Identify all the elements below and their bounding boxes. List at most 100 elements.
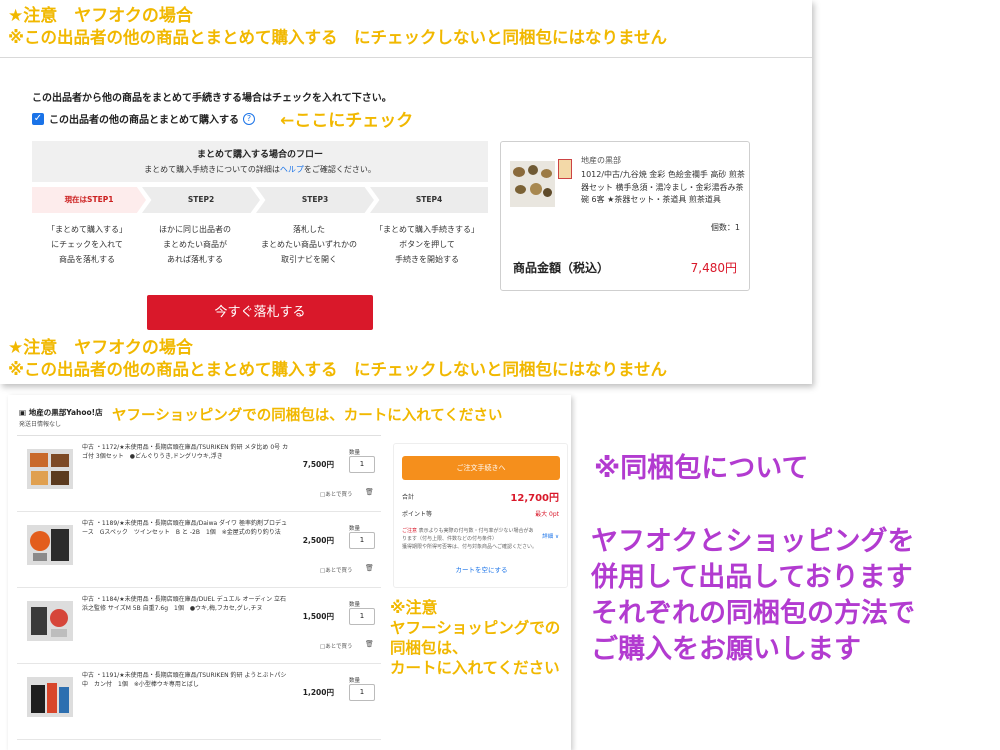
bundle-announcement-body: ヤフオクとショッピングを 併用して出品しております それぞれの同梱包の方法で ご…	[591, 524, 915, 668]
save-for-later-link[interactable]: □あとで買う	[320, 490, 353, 498]
details-link[interactable]: 詳細 ∨	[542, 532, 559, 540]
step-bar: 現在はSTEP1 STEP2 STEP3 STEP4	[32, 187, 488, 213]
cart-item-image[interactable]	[27, 677, 73, 717]
quantity-input[interactable]: 1	[349, 532, 375, 549]
quantity-input[interactable]: 1	[349, 456, 375, 473]
announcement-line: ヤフオクとショッピングを	[591, 526, 915, 557]
cart-item-title[interactable]: 中古 ・1172/★未使用品・長期店頭在庫品/TSURIKEN 釣研 メタ比め …	[82, 443, 292, 461]
store-name[interactable]: ▣ 地産の黒部Yahoo!店	[19, 407, 103, 418]
cart-item-title[interactable]: 中古 ・1189/★未使用品・長期店頭在庫品/Daiwa ダイワ 極率釣剤プロデ…	[82, 519, 292, 537]
step-desc-line: 「まとめて購入手続きする」	[375, 225, 479, 234]
announcement-line: ご購入をお願いします	[591, 634, 861, 665]
step-desc-line: ボタンを押して	[399, 240, 455, 249]
step-1: 現在はSTEP1	[32, 187, 146, 213]
bundle-announcement-title: ※同梱包について	[594, 453, 809, 484]
yahoo-auction-notice-top: ★注意 ヤフオクの場合 ※この出品者の他の商品とまとめて購入する にチェックしな…	[8, 6, 667, 48]
flow-title: まとめて購入する場合のフロー	[196, 150, 323, 160]
qty-label: 数量	[349, 602, 361, 608]
cart-item-price: 1,500円	[302, 612, 334, 621]
cart-item-image[interactable]	[27, 449, 73, 489]
help-circle-icon[interactable]: ?	[243, 112, 255, 125]
composite-screenshot: ★注意 ヤフオクの場合 ※この出品者の他の商品とまとめて購入する にチェックしな…	[0, 0, 1000, 750]
save-later-label[interactable]: あとで買う	[325, 568, 352, 574]
step-desc-line: 取引ナビを開く	[281, 255, 337, 264]
cart-item-price: 7,500円	[302, 460, 334, 469]
flow-sub-suffix: をご確認ください。	[303, 165, 376, 174]
step-desc-line: 「まとめて購入する」	[47, 225, 127, 234]
ship-note-line: ※注意	[390, 598, 438, 617]
trash-icon[interactable]: 🗑	[365, 564, 374, 573]
trash-icon[interactable]: 🗑	[365, 488, 374, 497]
divider	[0, 57, 812, 58]
announcement-line: それぞれの同梱包の方法で	[591, 598, 915, 629]
qty-label: 数量	[349, 678, 361, 684]
points-note: ご注意 表示よりも実際の付与数・付与率が少ない場合があります（付与上限、件数など…	[402, 527, 537, 551]
cart-item: 中古 ・1189/★未使用品・長期店頭在庫品/Daiwa ダイワ 極率釣剤プロデ…	[17, 513, 381, 588]
bundle-checkbox-row[interactable]: ✓ この出品者の他の商品とまとめて購入する ?	[32, 111, 255, 126]
save-later-label[interactable]: あとで買う	[325, 644, 352, 650]
trash-icon[interactable]: 🗑	[365, 640, 374, 649]
note-warning: ご注意	[402, 528, 418, 534]
store-icon: ▣	[19, 408, 29, 417]
note-text: 表示よりも実際の付与数・付与率が少ない場合があります（付与上限、件数などの付与条…	[402, 528, 534, 542]
save-later-label[interactable]: あとで買う	[325, 492, 352, 498]
save-for-later-link[interactable]: □あとで買う	[320, 642, 353, 650]
bundle-instruction: この出品者から他の商品をまとめて手続きする場合はチェックを入れて下さい。	[32, 93, 392, 104]
cart-total-value: 12,700円	[510, 493, 559, 504]
product-summary-card: 地産の黒部 1012/中古/九谷焼 金彩 色絵金襴手 高砂 煎茶器セット 横手急…	[500, 141, 750, 291]
qty-label: 数量	[349, 450, 361, 456]
bundle-checkbox-label[interactable]: この出品者の他の商品とまとめて購入する	[49, 111, 239, 126]
step-2-description: ほかに同じ出品者の まとめたい商品が あれば落札する	[140, 222, 250, 267]
step-desc-line: まとめたい商品が	[163, 240, 227, 249]
bid-now-button[interactable]: 今すぐ落札する	[147, 295, 373, 330]
total-label: 商品金額（税込）	[513, 261, 610, 275]
help-link[interactable]: ヘルプ	[280, 165, 304, 174]
auction-panel: ★注意 ヤフオクの場合 ※この出品者の他の商品とまとめて購入する にチェックしな…	[0, 0, 812, 384]
points-value: 最大 0pt	[535, 511, 559, 518]
total-value: 7,480円	[690, 261, 737, 275]
shipping-date-info: 発送日情報なし	[19, 421, 62, 428]
step-desc-line: まとめたい商品いずれかの	[261, 240, 357, 249]
cart-item-price: 2,500円	[302, 536, 334, 545]
product-thumbnail[interactable]	[510, 161, 555, 207]
quantity-input[interactable]: 1	[349, 684, 375, 701]
note-text-2: 獲得期限や所得可否等は、付与対象商品へご確認ください。	[402, 544, 538, 550]
flow-subtitle: まとめて購入手続きについての詳細はヘルプをご確認ください。	[32, 164, 488, 175]
shopping-cart-panel: ▣ 地産の黒部Yahoo!店 発送日情報なし ヤフーショッピングでの同梱包は、カ…	[8, 395, 571, 750]
empty-cart-link[interactable]: カートを空にする	[394, 564, 569, 574]
yahoo-auction-notice-bottom: ★注意 ヤフオクの場合 ※この出品者の他の商品とまとめて購入する にチェックしな…	[8, 338, 667, 380]
announcement-line: 併用して出品しております	[591, 562, 913, 593]
step-desc-line: あれば落札する	[167, 255, 223, 264]
step-4: STEP4	[370, 187, 488, 213]
notice-line-1: ★注意 ヤフオクの場合	[8, 6, 193, 26]
checkbox-checked-icon[interactable]: ✓	[32, 112, 44, 125]
cart-item-title[interactable]: 中古 ・1184/★未使用品・長期店頭在庫品/DUEL デュエル オーディン 立…	[82, 595, 292, 613]
bundle-flow-box: まとめて購入する場合のフロー まとめて購入手続きについての詳細はヘルプをご確認く…	[32, 141, 488, 182]
points-label: ポイント等	[402, 511, 433, 518]
cart-total-label: 合計	[402, 494, 415, 501]
cart-item: 中古 ・1191/★未使用品・長期店頭在庫品/TSURIKEN 釣研 ようとぶト…	[17, 665, 381, 740]
check-here-annotation: ←ここにチェック	[280, 111, 414, 131]
qty-label: 数量	[349, 526, 361, 532]
step-2: STEP2	[142, 187, 260, 213]
step-1-description: 「まとめて購入する」 にチェックを入れて 商品を落札する	[32, 222, 142, 267]
cart-item-image[interactable]	[27, 525, 73, 565]
shopping-bundle-note: ※注意 ヤフーショッピングでの 同梱包は、 カートに入れてください	[390, 598, 560, 678]
step-desc-line: にチェックを入れて	[51, 240, 123, 249]
product-title[interactable]: 1012/中古/九谷焼 金彩 色絵金襴手 高砂 煎茶器セット 横手急須・湯冷まし…	[581, 169, 746, 207]
step-desc-line: 手続きを開始する	[395, 255, 459, 264]
store-name-text[interactable]: 地産の黒部Yahoo!店	[29, 408, 103, 417]
product-label-tag	[558, 159, 572, 179]
divider	[17, 435, 381, 436]
cart-item-image[interactable]	[27, 601, 73, 641]
ship-note-line: 同梱包は、	[390, 639, 468, 657]
step-desc-line: ほかに同じ出品者の	[159, 225, 231, 234]
quantity-input[interactable]: 1	[349, 608, 375, 625]
cart-item: 中古 ・1172/★未使用品・長期店頭在庫品/TSURIKEN 釣研 メタ比め …	[17, 437, 381, 512]
flow-sub-prefix: まとめて購入手続きについての詳細は	[144, 165, 280, 174]
step-4-description: 「まとめて購入手続きする」 ボタンを押して 手続きを開始する	[366, 222, 488, 267]
save-for-later-link[interactable]: □あとで買う	[320, 566, 353, 574]
cart-item-title[interactable]: 中古 ・1191/★未使用品・長期店頭在庫品/TSURIKEN 釣研 ようとぶト…	[82, 671, 292, 689]
step-desc-line: 商品を落札する	[59, 255, 115, 264]
proceed-to-checkout-button[interactable]: ご注文手続きへ	[402, 456, 560, 480]
